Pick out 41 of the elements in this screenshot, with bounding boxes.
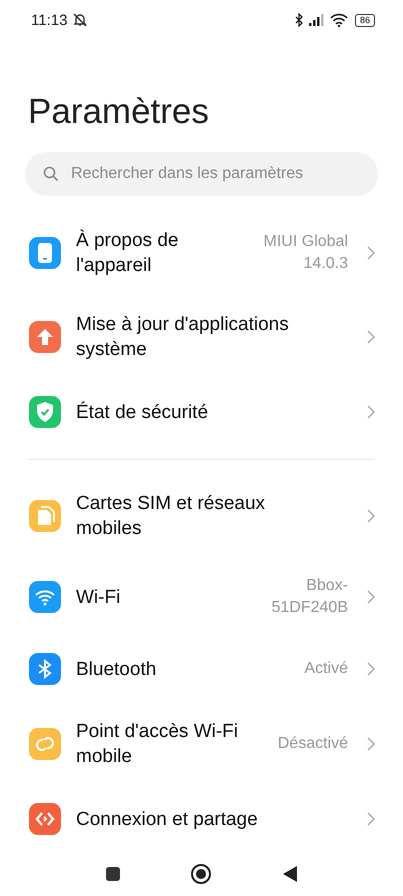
settings-item[interactable]: Mise à jour d'applications système xyxy=(0,295,403,379)
status-time: 11:13 xyxy=(31,12,68,28)
search-icon xyxy=(43,166,59,182)
recents-button[interactable] xyxy=(106,867,120,881)
settings-item[interactable]: Wi-Fi Bbox-51DF240B xyxy=(0,558,403,636)
alarm-off-icon xyxy=(72,12,88,28)
settings-item[interactable]: Bluetooth Activé xyxy=(0,636,403,702)
item-label: Mise à jour d'applications système xyxy=(76,313,290,362)
settings-item[interactable]: Cartes SIM et réseaux mobiles xyxy=(0,474,403,558)
settings-item[interactable]: État de sécurité xyxy=(0,379,403,445)
chevron-icon xyxy=(367,405,375,419)
item-label: Connexion et partage xyxy=(76,808,259,832)
item-label: Cartes SIM et réseaux mobiles xyxy=(76,492,266,541)
bluetooth-icon xyxy=(294,13,304,27)
search-field[interactable]: Rechercher dans les paramètres xyxy=(25,152,378,196)
chevron-icon xyxy=(367,509,375,523)
chevron-icon xyxy=(367,662,375,676)
settings-item[interactable]: À propos de l'appareil MIUI Global 14.0.3 xyxy=(0,211,403,295)
wifi-icon xyxy=(330,13,348,27)
chevron-icon xyxy=(367,812,375,826)
item-label: Bluetooth xyxy=(76,658,158,682)
chevron-icon xyxy=(367,246,375,260)
item-label: À propos de l'appareil xyxy=(76,228,180,278)
settings-item[interactable]: Connexion et partage xyxy=(0,786,403,852)
home-button[interactable] xyxy=(190,863,212,885)
item-label: Wi-Fi xyxy=(76,586,122,610)
page-title: Paramètres xyxy=(28,92,210,132)
back-button[interactable] xyxy=(282,865,298,883)
settings-item[interactable]: Point d'accès Wi-Fi mobile Désactivé xyxy=(0,702,403,786)
item-value: Activé xyxy=(304,659,348,679)
item-label: Point d'accès Wi-Fi mobile xyxy=(76,720,240,769)
signal-icon xyxy=(308,14,325,26)
search-input[interactable]: Rechercher dans les paramètres xyxy=(69,164,360,184)
item-value: Désactivé xyxy=(278,734,348,754)
chevron-icon xyxy=(367,590,375,604)
item-value: Bbox-51DF240B xyxy=(270,576,348,618)
battery-indicator: 86 xyxy=(354,14,375,26)
item-label: État de sécurité xyxy=(76,400,210,424)
chevron-icon xyxy=(367,330,375,344)
chevron-icon xyxy=(367,737,375,751)
item-value: MIUI Global 14.0.3 xyxy=(262,232,348,274)
